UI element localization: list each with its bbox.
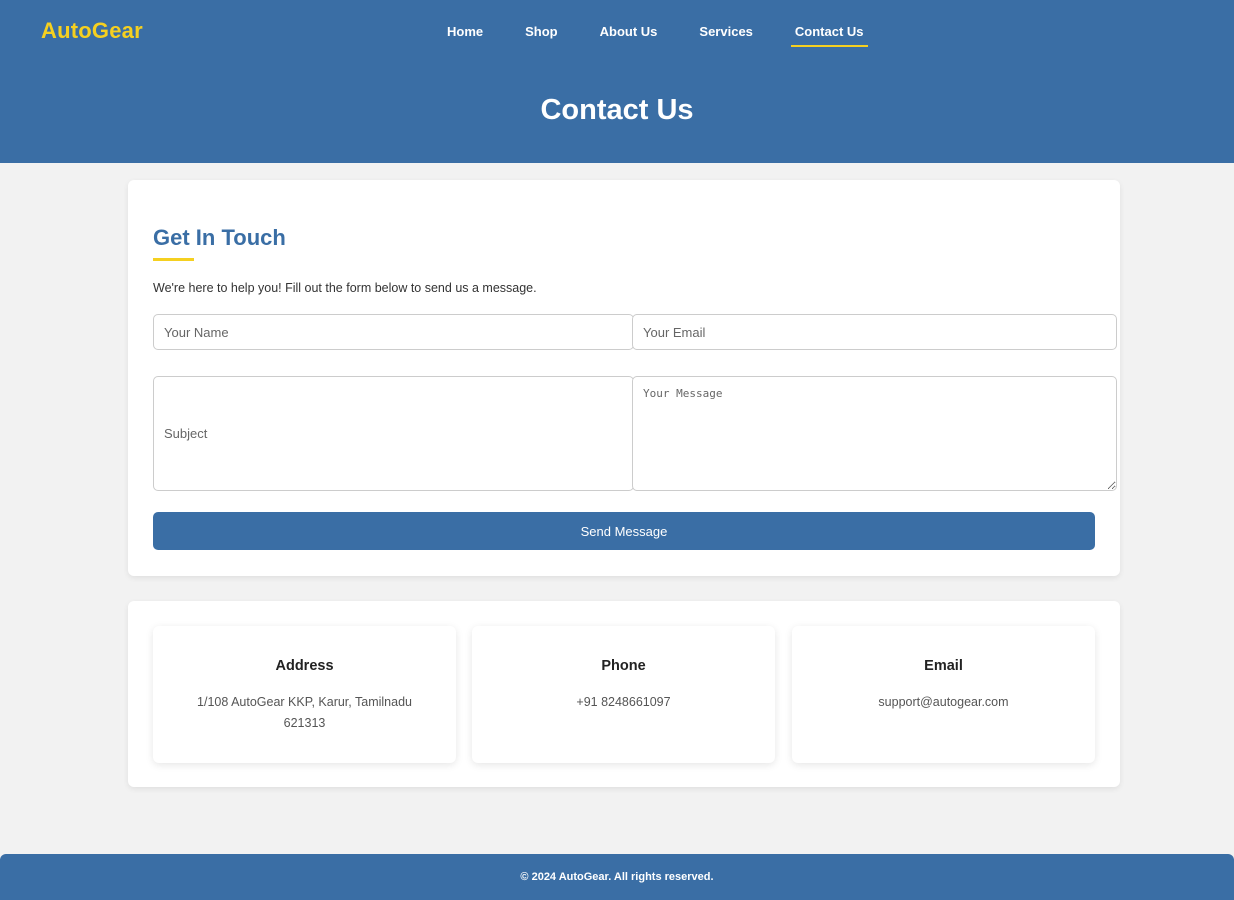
form-heading: Get In Touch: [153, 225, 286, 250]
site-header: AutoGear Home Shop About Us Services Con…: [0, 0, 1234, 163]
nav-shop[interactable]: Shop: [521, 22, 562, 47]
subject-input[interactable]: [153, 376, 634, 491]
phone-text: +91 8248661097: [576, 695, 671, 709]
nav-services[interactable]: Services: [695, 22, 757, 47]
nav-contact-us[interactable]: Contact Us: [790, 22, 868, 47]
site-logo[interactable]: AutoGear: [41, 18, 143, 44]
send-message-button[interactable]: Send Message: [153, 512, 1095, 550]
email-box: Email support@autogear.com: [792, 626, 1095, 763]
message-textarea[interactable]: [632, 376, 1117, 491]
heading-underline: [153, 258, 194, 261]
contact-info-card: Address 1/108 AutoGear KKP, Karur, Tamil…: [128, 601, 1120, 787]
address-title: Address: [275, 658, 334, 674]
page-title: Contact Us: [540, 94, 694, 126]
name-input[interactable]: [153, 314, 634, 350]
nav-home[interactable]: Home: [447, 22, 487, 47]
phone-title: Phone: [601, 658, 646, 674]
email-title: Email: [924, 658, 963, 674]
phone-box: Phone +91 8248661097: [472, 626, 775, 763]
email-text: support@autogear.com: [878, 695, 1009, 709]
site-footer: © 2024 AutoGear. All rights reserved.: [0, 854, 1234, 900]
main-nav: Home Shop About Us Services Contact Us: [447, 22, 902, 47]
footer-copyright: © 2024 AutoGear. All rights reserved.: [520, 871, 714, 883]
address-box: Address 1/108 AutoGear KKP, Karur, Tamil…: [153, 626, 456, 763]
form-intro: We're here to help you! Fill out the for…: [153, 281, 537, 295]
email-input[interactable]: [632, 314, 1117, 350]
nav-about-us[interactable]: About Us: [596, 22, 662, 47]
contact-form-card: Get In Touch We're here to help you! Fil…: [128, 180, 1120, 576]
address-text: 1/108 AutoGear KKP, Karur, Tamilnadu 621…: [197, 695, 412, 730]
